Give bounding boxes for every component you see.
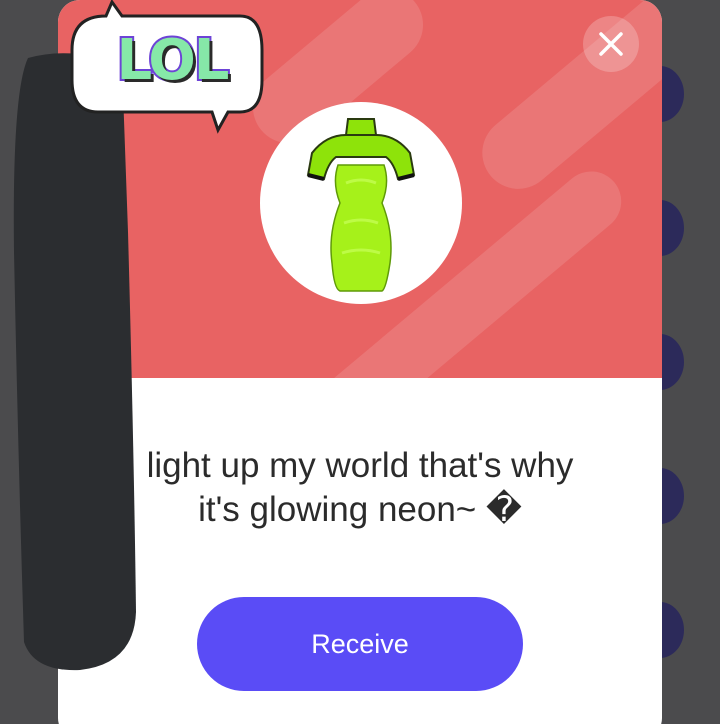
receive-button-label: Receive [311,628,409,659]
message-line-1: light up my world that's why [146,446,574,485]
message-line-2: it's glowing neon~ � [198,490,522,529]
lol-sticker: LOL [68,0,266,134]
item-image [260,102,462,304]
reward-message: light up my world that's why it's glowin… [98,444,622,532]
redaction-scribble [13,53,136,671]
close-button[interactable] [583,16,639,72]
close-icon [599,32,623,56]
receive-button[interactable]: Receive [197,597,523,691]
screen: light up my world that's why it's glowin… [0,0,720,724]
neon-green-dress-icon [306,118,416,292]
sticker-text: LOL [115,26,232,95]
